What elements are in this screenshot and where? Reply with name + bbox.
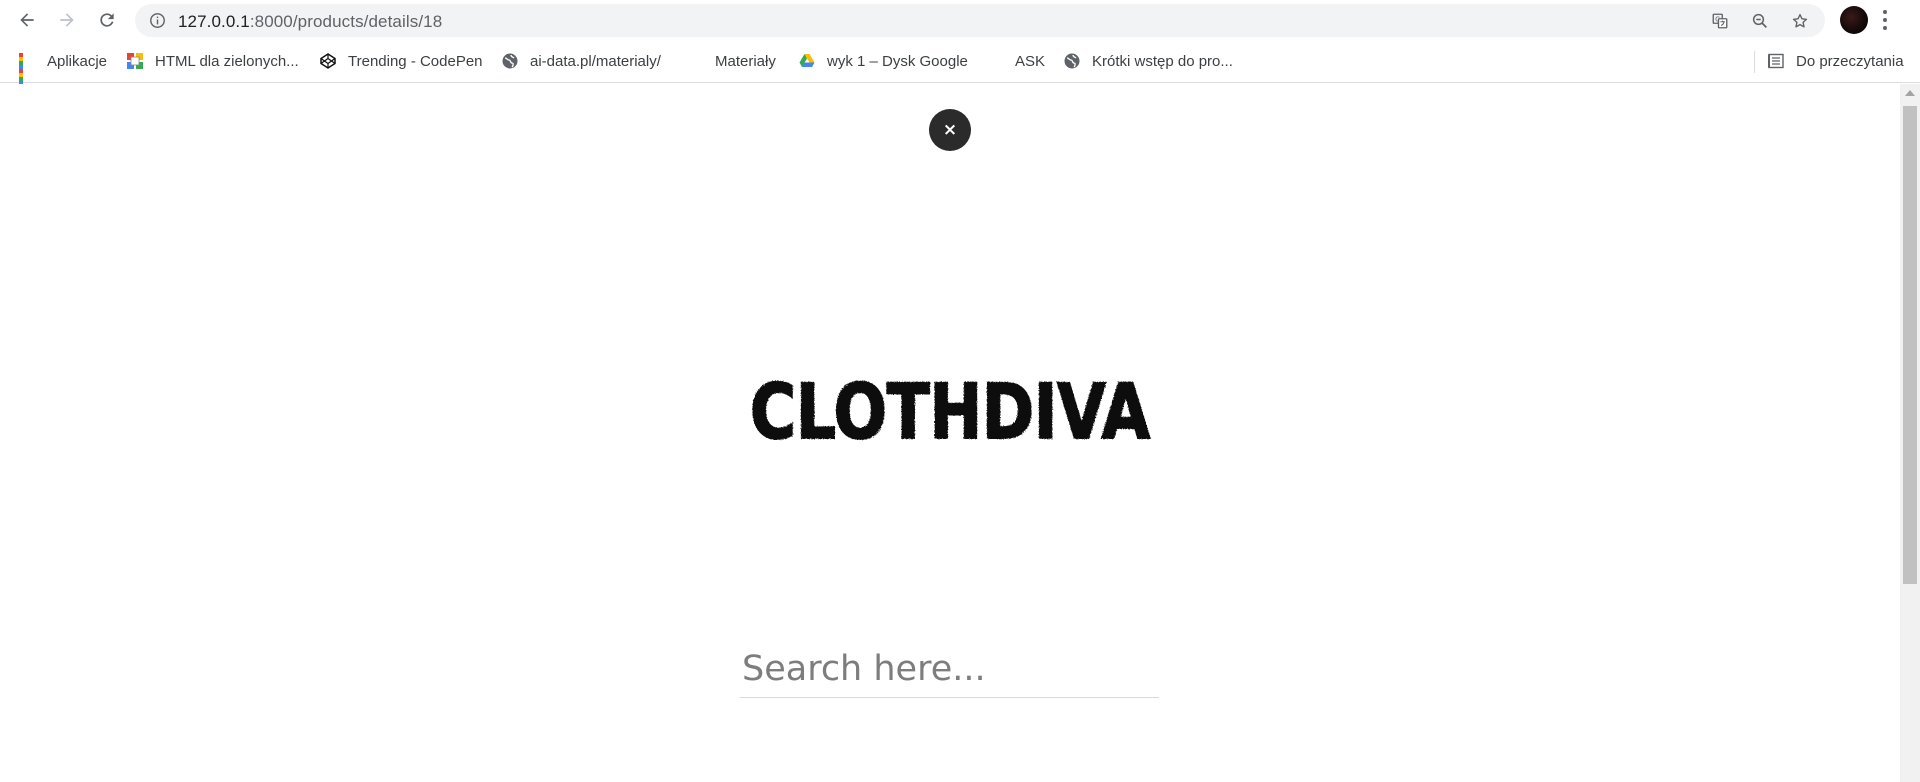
globe-icon (502, 53, 518, 69)
scroll-up-arrow-icon[interactable] (1905, 90, 1915, 96)
bookmark-label: ai-data.pl/materialy/ (530, 52, 661, 70)
search-input[interactable] (740, 642, 1159, 696)
close-search-button[interactable]: × (929, 109, 971, 151)
bookmark-label: HTML dla zielonych... (155, 52, 299, 70)
page-content: × CLOTHDIVA (0, 84, 1900, 782)
brand-logo[interactable]: CLOTHDIVA (740, 364, 1160, 454)
site-favicon-icon (127, 53, 143, 69)
search-field[interactable] (740, 642, 1159, 698)
url-path: :8000/products/details/18 (249, 12, 443, 31)
bookmark-codepen[interactable]: Trending - CodePen (320, 50, 483, 72)
bookmark-materialy[interactable]: Materiały (687, 50, 776, 72)
address-bar[interactable]: 127.0.0.1:8000/products/details/18 G (135, 4, 1825, 37)
bookmark-label: Krótki wstęp do pro... (1092, 52, 1233, 70)
bookmarks-separator (1754, 51, 1755, 73)
bookmarks-bar: Aplikacje HTML dla zielonych... Trending… (0, 41, 1920, 89)
blank-page-icon (987, 53, 1003, 69)
bookmark-label: ASK (1015, 52, 1046, 70)
globe-icon (1064, 53, 1080, 69)
translate-icon[interactable]: G (1711, 12, 1729, 30)
bookmark-ask[interactable]: ASK (987, 50, 1045, 72)
star-bookmark-icon[interactable] (1791, 12, 1809, 30)
bookmark-label: wyk 1 – Dysk Google (827, 52, 968, 70)
bookmark-label: Materiały (715, 52, 776, 70)
codepen-icon (320, 53, 336, 69)
close-icon: × (942, 120, 958, 140)
apps-grid-icon (19, 53, 35, 89)
reload-button[interactable] (93, 6, 121, 34)
bookmark-ai-data[interactable]: ai-data.pl/materialy/ (502, 50, 661, 72)
browser-toolbar: 127.0.0.1:8000/products/details/18 G (0, 0, 1920, 41)
forward-button[interactable] (53, 6, 81, 34)
reading-list-button[interactable]: Do przeczytania (1768, 50, 1904, 72)
blank-page-icon (687, 53, 703, 69)
page-scrollbar[interactable] (1900, 84, 1920, 782)
scrollbar-thumb[interactable] (1903, 106, 1917, 584)
zoom-out-icon[interactable] (1751, 12, 1769, 30)
reading-list-label: Do przeczytania (1796, 52, 1904, 70)
url-host: 127.0.0.1 (178, 12, 250, 31)
profile-avatar[interactable] (1840, 6, 1868, 34)
bookmark-aplikacje[interactable]: Aplikacje (19, 50, 108, 89)
back-button[interactable] (13, 6, 41, 34)
arrow-left-icon (20, 13, 34, 27)
bookmark-label: Aplikacje (47, 52, 108, 70)
reload-icon (100, 13, 114, 27)
bookmark-dysk-google[interactable]: wyk 1 – Dysk Google (799, 50, 968, 72)
browser-menu-icon[interactable] (1882, 8, 1888, 32)
reading-list-icon (1768, 53, 1784, 69)
arrow-right-icon (60, 13, 74, 27)
url-text: 127.0.0.1:8000/products/details/18 (178, 12, 442, 32)
bookmark-html-dla-zielonych[interactable]: HTML dla zielonych... (127, 50, 299, 72)
google-drive-icon (799, 54, 815, 67)
logo-text: CLOTHDIVA (750, 367, 1150, 454)
bookmark-label: Trending - CodePen (348, 52, 483, 70)
bookmark-krotki-wstep[interactable]: Krótki wstęp do pro... (1064, 50, 1233, 72)
site-info-icon[interactable] (149, 12, 166, 29)
